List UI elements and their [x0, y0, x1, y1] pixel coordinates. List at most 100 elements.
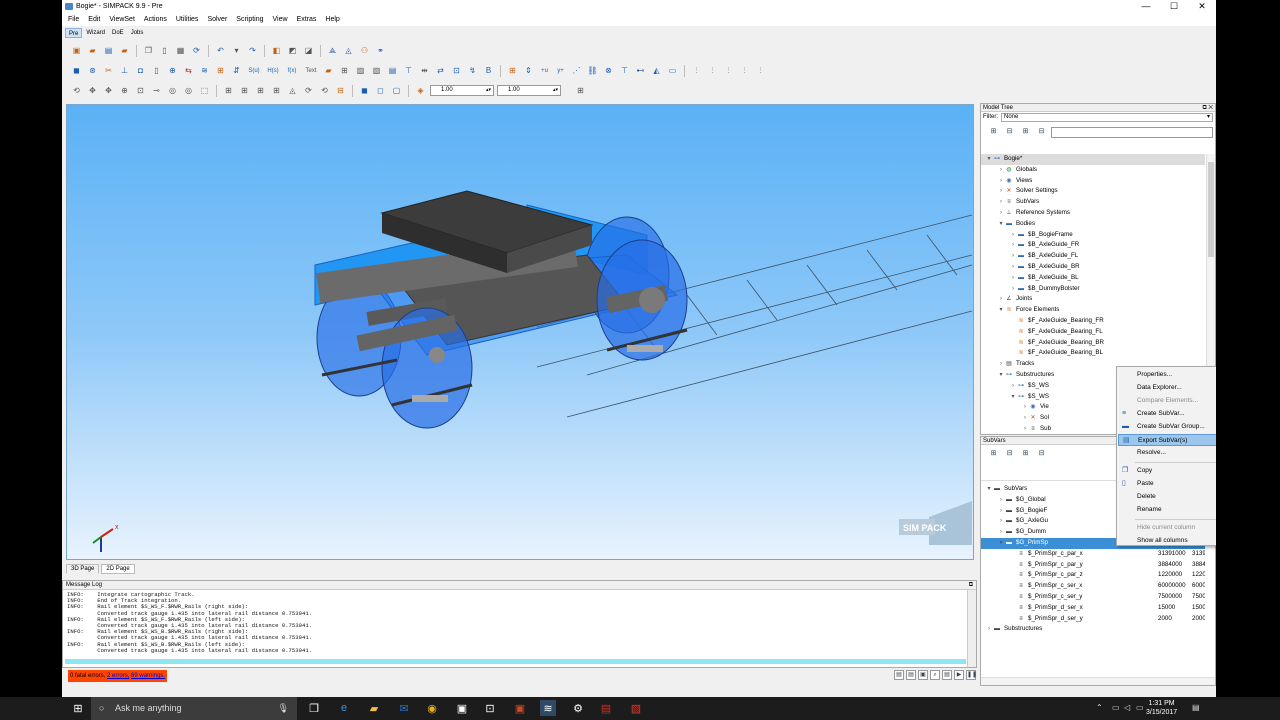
tray-icon[interactable]: ▭: [1136, 703, 1144, 712]
tree-item[interactable]: ▾ ▬ Bodies: [981, 219, 1205, 230]
expander-icon[interactable]: ›: [1021, 424, 1029, 434]
color-icon[interactable]: ◈: [414, 84, 427, 97]
scatter-icon[interactable]: ⋰: [570, 64, 583, 77]
volume-icon[interactable]: ◁: [1124, 703, 1130, 712]
pin-4-icon[interactable]: ⫶: [738, 64, 751, 77]
tab-3d-page[interactable]: 3D Page: [66, 564, 100, 574]
expander-icon[interactable]: ›: [997, 197, 1005, 208]
menu-item-create-subvar[interactable]: ≡ Create SubVar...: [1118, 408, 1216, 420]
tree-item[interactable]: › ◉ Views: [981, 176, 1205, 187]
status-icon-1[interactable]: ▤: [894, 670, 904, 680]
copy-icon[interactable]: ❐: [142, 44, 155, 57]
sv-expand-icon[interactable]: ⊞: [987, 449, 1000, 461]
fit-icon[interactable]: ⊡: [134, 84, 147, 97]
maximize-button[interactable]: ☐: [1160, 0, 1188, 13]
dropdown-icon[interactable]: ▾: [230, 44, 243, 57]
spring-icon[interactable]: ≋: [198, 64, 211, 77]
pin-icon[interactable]: ⫶: [690, 64, 703, 77]
reference-icon[interactable]: ⊛: [86, 64, 99, 77]
menu-item-create-subvar-group[interactable]: ▬ Create SubVar Group...: [1118, 421, 1216, 433]
move-icon[interactable]: ✥: [86, 84, 99, 97]
tree-item[interactable]: ≋ $F_AxleGuide_Bearing_FL: [981, 327, 1205, 338]
tab-doe[interactable]: DoE: [109, 28, 127, 38]
menu-item-paste[interactable]: ▯PasteCtrl+V: [1118, 478, 1216, 490]
scale-input-1[interactable]: 1.00 ▴▾: [430, 85, 494, 96]
y-plus-icon[interactable]: y+: [554, 64, 567, 77]
expander-icon[interactable]: ›: [997, 176, 1005, 187]
menu-viewset[interactable]: ViewSet: [109, 16, 135, 23]
eye-icon[interactable]: ◬: [342, 44, 355, 57]
view-iso-2-icon[interactable]: ◬: [286, 84, 299, 97]
marker-icon[interactable]: ⊥: [118, 64, 131, 77]
menu-help[interactable]: Help: [325, 16, 339, 23]
expander-icon[interactable]: ▾: [985, 484, 993, 495]
joint-icon[interactable]: ⊕: [166, 64, 179, 77]
rail-icon[interactable]: ⊤: [402, 64, 415, 77]
tab-jobs[interactable]: Jobs: [128, 28, 147, 38]
track-icon[interactable]: ▰: [322, 64, 335, 77]
view-iso-icon[interactable]: ⊞: [270, 84, 283, 97]
solid-icon[interactable]: ◼: [358, 84, 371, 97]
store-icon[interactable]: ⊡: [482, 700, 498, 716]
subvar-row[interactable]: ≡ $_PrimSpr_c_par_z 1220000 1220000: [981, 570, 1205, 581]
subvar-row[interactable]: ≡ $_PrimSpr_d_ser_x 15000 15000: [981, 603, 1205, 614]
expander-icon[interactable]: ›: [985, 624, 993, 635]
menu-item-rename[interactable]: Rename: [1118, 504, 1216, 516]
save-icon[interactable]: ▤: [102, 44, 115, 57]
tree-item[interactable]: › ≡ SubVars: [981, 197, 1205, 208]
expander-icon[interactable]: ▾: [997, 370, 1005, 381]
status-icon-2[interactable]: ▤: [906, 670, 916, 680]
expander-icon[interactable]: ›: [997, 359, 1005, 370]
filter-select[interactable]: None ▾: [1001, 113, 1213, 122]
expand-all-icon[interactable]: ⊞: [987, 127, 1000, 139]
rotate-icon[interactable]: ⟲: [70, 84, 83, 97]
errors-link[interactable]: 2 errors,: [107, 673, 129, 679]
menu-file[interactable]: File: [68, 16, 79, 23]
subvar-row[interactable]: ≡ $_PrimSpr_c_ser_y 7500000 7500000: [981, 592, 1205, 603]
open-folder-icon[interactable]: ▰: [86, 44, 99, 57]
tree-search-input[interactable]: [1051, 127, 1213, 138]
wire-icon[interactable]: ▢: [390, 84, 403, 97]
simpack-taskbar-icon[interactable]: ≋: [540, 700, 556, 716]
menu-edit[interactable]: Edit: [88, 16, 100, 23]
cylinder-icon[interactable]: ▯: [150, 64, 163, 77]
tree-item[interactable]: › ∠ Joints: [981, 294, 1205, 305]
subvars-hscrollbar[interactable]: [981, 677, 1215, 685]
zoom-icon[interactable]: ⊕: [118, 84, 131, 97]
redo-icon[interactable]: ↷: [246, 44, 259, 57]
app-icon-1[interactable]: ▣: [454, 700, 470, 716]
expander-icon[interactable]: ›: [997, 165, 1005, 176]
tree-item[interactable]: › ▬ $B_DummyBolster: [981, 284, 1205, 295]
view-fit-icon[interactable]: ⊟: [334, 84, 347, 97]
menu-item-export-subvar-s[interactable]: ▤ Export SubVar(s): [1118, 434, 1216, 446]
settings-icon[interactable]: ⚙: [570, 700, 586, 716]
tree-item[interactable]: › ▬ $B_AxleGuide_FR: [981, 240, 1205, 251]
load-icon[interactable]: ⊡: [450, 64, 463, 77]
scale-icon[interactable]: ⇕: [522, 64, 535, 77]
refresh-icon[interactable]: ⟳: [190, 44, 203, 57]
tree-item[interactable]: ▾ ⊶ Bogie*: [981, 154, 1205, 165]
hs-function-icon[interactable]: H(s): [265, 64, 281, 77]
app-icon-2[interactable]: ▧: [628, 700, 644, 716]
subvar-row[interactable]: › ▬ Substructures: [981, 624, 1205, 635]
menu-scripting[interactable]: Scripting: [236, 16, 263, 23]
hatch-2-icon[interactable]: ▧: [370, 64, 383, 77]
people-icon[interactable]: ⌃: [1096, 703, 1103, 712]
tab-wizard[interactable]: Wizard: [83, 28, 108, 38]
hatch-icon[interactable]: ▨: [354, 64, 367, 77]
expander-icon[interactable]: ›: [1009, 284, 1017, 295]
bold-b-icon[interactable]: B: [482, 64, 495, 77]
log-scrollbar[interactable]: [967, 590, 976, 667]
view-rot-2-icon[interactable]: ⟲: [318, 84, 331, 97]
expander-icon[interactable]: ▾: [997, 219, 1005, 230]
plus-u-icon[interactable]: +u: [538, 64, 551, 77]
menu-item-resolve[interactable]: Resolve...: [1118, 447, 1216, 459]
expander-icon[interactable]: ›: [997, 495, 1005, 506]
scale-input-2[interactable]: 1.00 ▴▾: [497, 85, 561, 96]
collapse-all-icon[interactable]: ⊟: [1003, 127, 1016, 139]
expander-icon[interactable]: ›: [1009, 240, 1017, 251]
measure-icon[interactable]: ⊸: [150, 84, 163, 97]
arrows-icon[interactable]: ⇹: [418, 64, 431, 77]
powerpoint-icon[interactable]: ▣: [512, 700, 528, 716]
tree-item[interactable]: ≋ $F_AxleGuide_Bearing_FR: [981, 316, 1205, 327]
